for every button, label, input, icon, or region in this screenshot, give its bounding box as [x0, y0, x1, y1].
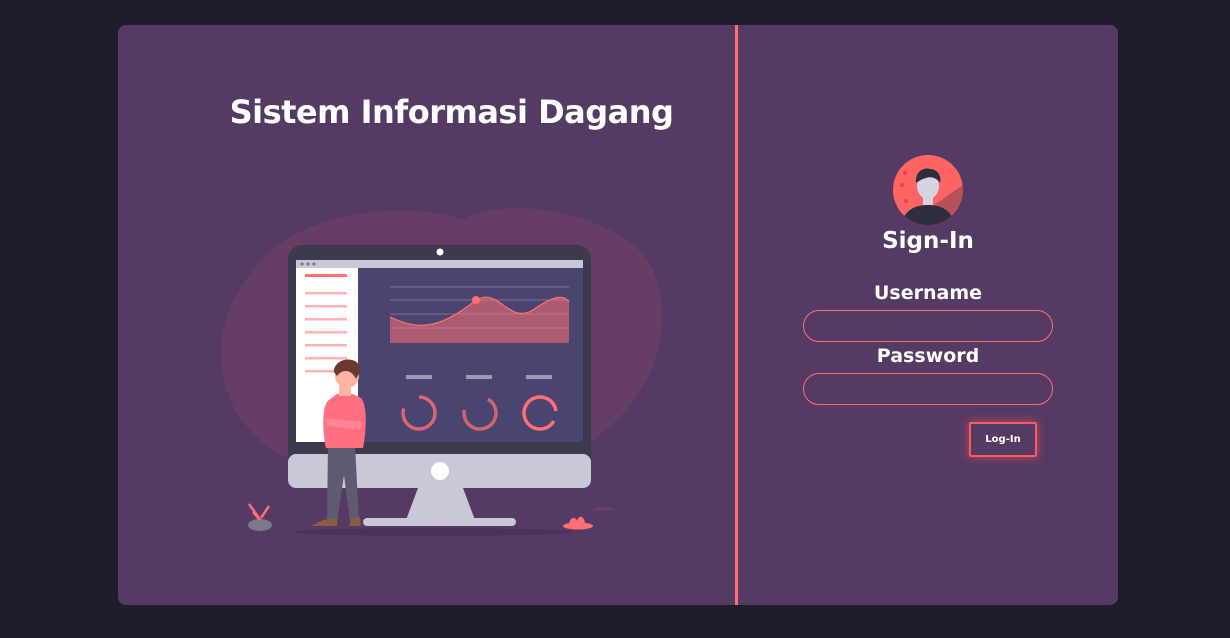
branding-panel: Sistem Informasi Dagang: [118, 25, 735, 605]
user-avatar-icon: [893, 155, 963, 225]
monitor-stand: [406, 488, 475, 520]
dashboard-monitor-illustration: [220, 208, 663, 536]
username-label: Username: [873, 282, 983, 304]
signin-title: Sign-In: [882, 228, 974, 254]
monitor-base: [363, 518, 516, 526]
window-bar: [296, 260, 583, 268]
password-label: Password: [876, 345, 980, 367]
monitor-button: [431, 462, 449, 480]
app-title: Sistem Informasi Dagang: [229, 93, 674, 131]
login-card: Sistem Informasi Dagang Sign-In Username…: [118, 25, 1118, 605]
username-input[interactable]: [803, 310, 1053, 342]
monitor-camera: [436, 248, 444, 256]
login-button[interactable]: Log-In: [969, 422, 1037, 457]
password-input[interactable]: [803, 373, 1053, 405]
login-panel: Sign-In Username Password Log-In: [738, 25, 1118, 605]
